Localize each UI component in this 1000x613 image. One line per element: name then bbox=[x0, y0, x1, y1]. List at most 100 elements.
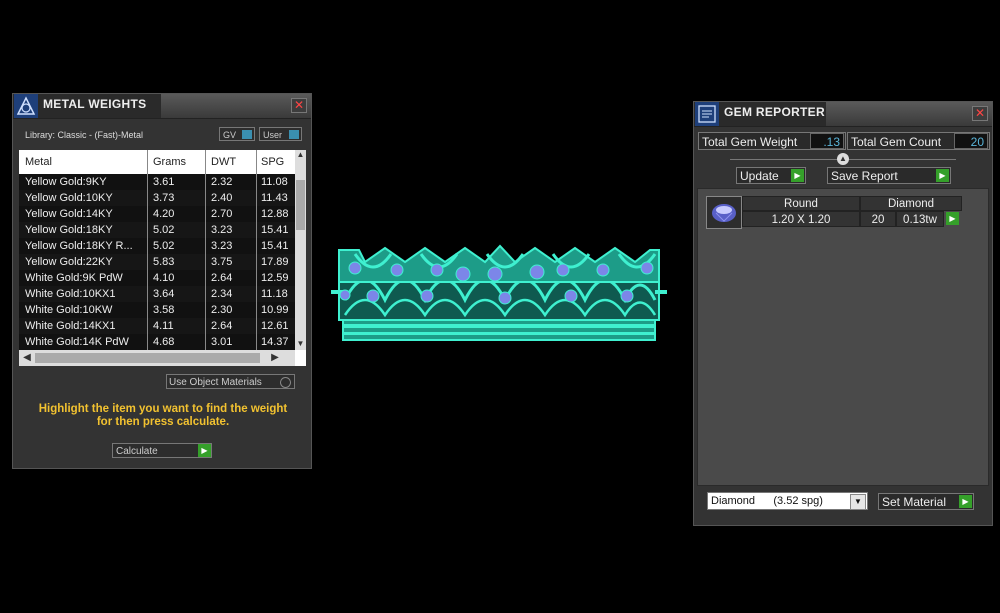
metal-name-cell: Yellow Gold:9KY bbox=[25, 176, 107, 188]
spg-cell: 12.88 bbox=[261, 208, 289, 220]
table-row[interactable]: Yellow Gold:18KY R... 5.02 3.23 15.41 bbox=[19, 238, 295, 254]
gem-size-cell: 1.20 X 1.20 bbox=[742, 211, 860, 227]
instruction-line-2: for then press calculate. bbox=[96, 416, 230, 428]
table-row[interactable]: Yellow Gold:18KY 5.02 3.23 15.41 bbox=[19, 222, 295, 238]
metal-weights-panel: METAL WEIGHTS ✕ Library: Classic - (Fast… bbox=[12, 93, 312, 469]
dwt-cell: 3.75 bbox=[211, 256, 233, 268]
table-row[interactable]: Yellow Gold:10KY 3.73 2.40 11.43 bbox=[19, 190, 295, 206]
table-row[interactable]: White Gold:9K PdW 4.10 2.64 12.59 bbox=[19, 270, 295, 286]
grams-cell: 4.68 bbox=[153, 336, 175, 348]
grams-cell: 4.20 bbox=[153, 208, 175, 220]
metal-table-horizontal-scrollbar[interactable]: ◀ ▶ bbox=[19, 350, 295, 366]
gem-carat-cell: 0.13tw bbox=[896, 211, 944, 227]
play-icon[interactable]: ▶ bbox=[936, 169, 949, 182]
column-header-dwt[interactable]: DWT bbox=[211, 156, 236, 168]
table-row[interactable]: Yellow Gold:22KY 5.83 3.75 17.89 bbox=[19, 254, 295, 270]
calculate-button[interactable]: Calculate ▶ bbox=[112, 443, 212, 458]
use-object-materials-option[interactable]: Use Object Materials bbox=[166, 374, 295, 389]
set-material-button[interactable]: Set Material ▶ bbox=[878, 493, 974, 510]
crown-model bbox=[331, 244, 667, 341]
gem-reporter-close-button[interactable]: ✕ bbox=[972, 106, 988, 121]
table-row[interactable]: Yellow Gold:9KY 3.61 2.32 11.08 bbox=[19, 174, 295, 190]
scroll-down-icon[interactable]: ▼ bbox=[295, 339, 306, 350]
user-toggle-knob bbox=[289, 130, 299, 139]
table-row[interactable]: White Gold:10KX1 3.64 2.34 11.18 bbox=[19, 286, 295, 302]
total-gem-weight-field: Total Gem Weight .13 bbox=[698, 132, 846, 150]
table-row[interactable]: White Gold:14K PdW 4.68 3.01 14.37 bbox=[19, 334, 295, 350]
metal-table-header: Metal Grams DWT SPG bbox=[19, 150, 295, 172]
material-select[interactable]: Diamond (3.52 spg) ▼ bbox=[707, 492, 868, 510]
grams-cell: 3.64 bbox=[153, 288, 175, 300]
matrix-app-icon bbox=[14, 94, 38, 118]
round-gem-icon bbox=[712, 204, 736, 222]
collapse-arrow-icon[interactable]: ▲ bbox=[837, 153, 849, 165]
metal-name-cell: Yellow Gold:10KY bbox=[25, 192, 113, 204]
metal-weights-titlebar[interactable]: METAL WEIGHTS ✕ bbox=[13, 94, 311, 119]
horizontal-scroll-thumb[interactable] bbox=[35, 353, 260, 363]
table-row[interactable]: Yellow Gold:14KY 4.20 2.70 12.88 bbox=[19, 206, 295, 222]
grams-cell: 3.73 bbox=[153, 192, 175, 204]
gv-toggle-label: GV bbox=[223, 130, 237, 140]
chevron-down-icon[interactable]: ▼ bbox=[850, 494, 866, 510]
round-gem-thumbnail[interactable] bbox=[706, 196, 742, 229]
save-report-button[interactable]: Save Report ▶ bbox=[827, 167, 951, 184]
total-gem-count-label: Total Gem Count bbox=[851, 135, 942, 149]
total-gem-weight-label: Total Gem Weight bbox=[702, 135, 798, 149]
total-gem-count-field: Total Gem Count 20 bbox=[847, 132, 990, 150]
dwt-cell: 2.32 bbox=[211, 176, 233, 188]
gem-reporter-panel: GEM REPORTER ✕ Total Gem Weight .13 Tota… bbox=[693, 101, 993, 526]
grams-cell: 4.10 bbox=[153, 272, 175, 284]
gem-list: Round Diamond 1.20 X 1.20 20 0.13tw ▶ bbox=[697, 188, 989, 486]
dwt-cell: 2.64 bbox=[211, 320, 233, 332]
scroll-up-icon[interactable]: ▲ bbox=[295, 150, 306, 161]
use-object-materials-radio-icon[interactable] bbox=[280, 377, 291, 388]
crown-model-viewport[interactable] bbox=[325, 240, 673, 350]
play-icon[interactable]: ▶ bbox=[198, 444, 211, 457]
total-gem-count-value: 20 bbox=[954, 133, 988, 149]
column-header-grams[interactable]: Grams bbox=[153, 156, 186, 168]
table-row[interactable]: White Gold:10KW 3.58 2.30 10.99 bbox=[19, 302, 295, 318]
gem-reporter-app-icon bbox=[695, 102, 719, 126]
user-toggle-label: User bbox=[263, 130, 283, 140]
metal-table-vertical-scrollbar[interactable]: ▲ ▼ bbox=[295, 150, 306, 350]
save-report-label: Save Report bbox=[831, 169, 898, 183]
gv-toggle-knob bbox=[242, 130, 252, 139]
vertical-scroll-thumb[interactable] bbox=[296, 180, 305, 230]
set-material-label: Set Material bbox=[882, 495, 947, 509]
gem-row-play-icon[interactable]: ▶ bbox=[946, 212, 959, 225]
metal-table-body: Yellow Gold:9KY 3.61 2.32 11.08 Yellow Gold:… bbox=[19, 174, 295, 350]
gem-reporter-title: GEM REPORTER bbox=[724, 105, 825, 119]
play-icon[interactable]: ▶ bbox=[791, 169, 804, 182]
column-header-metal[interactable]: Metal bbox=[25, 156, 52, 168]
gem-material-header: Diamond bbox=[860, 196, 962, 211]
metal-name-cell: White Gold:14K PdW bbox=[25, 336, 129, 348]
spg-cell: 14.37 bbox=[261, 336, 289, 348]
grams-cell: 3.61 bbox=[153, 176, 175, 188]
play-icon[interactable]: ▶ bbox=[959, 495, 972, 508]
dwt-cell: 3.23 bbox=[211, 224, 233, 236]
material-select-value: Diamond (3.52 spg) bbox=[711, 495, 823, 507]
metal-name-cell: Yellow Gold:22KY bbox=[25, 256, 113, 268]
gv-toggle[interactable]: GV bbox=[219, 127, 255, 141]
spg-cell: 11.43 bbox=[261, 192, 288, 204]
dwt-cell: 3.01 bbox=[211, 336, 233, 348]
spg-cell: 17.89 bbox=[261, 256, 289, 268]
dwt-cell: 2.30 bbox=[211, 304, 233, 316]
metal-name-cell: Yellow Gold:18KY R... bbox=[25, 240, 133, 252]
metal-weights-close-button[interactable]: ✕ bbox=[291, 98, 307, 113]
gem-count-cell: 20 bbox=[860, 211, 896, 227]
gem-reporter-titlebar[interactable]: GEM REPORTER ✕ bbox=[694, 102, 992, 127]
spg-cell: 12.59 bbox=[261, 272, 289, 284]
table-row[interactable]: White Gold:14KX1 4.11 2.64 12.61 bbox=[19, 318, 295, 334]
update-button[interactable]: Update ▶ bbox=[736, 167, 806, 184]
scroll-right-icon[interactable]: ▶ bbox=[269, 352, 281, 363]
dwt-cell: 3.23 bbox=[211, 240, 233, 252]
scroll-left-icon[interactable]: ◀ bbox=[21, 352, 33, 363]
dwt-cell: 2.34 bbox=[211, 288, 233, 300]
library-label: Library: Classic - (Fast)-Metal bbox=[25, 130, 144, 140]
dwt-cell: 2.70 bbox=[211, 208, 233, 220]
grams-cell: 4.11 bbox=[153, 320, 174, 332]
user-toggle[interactable]: User bbox=[259, 127, 302, 141]
column-header-spg[interactable]: SPG bbox=[261, 156, 284, 168]
spg-cell: 15.41 bbox=[261, 240, 289, 252]
